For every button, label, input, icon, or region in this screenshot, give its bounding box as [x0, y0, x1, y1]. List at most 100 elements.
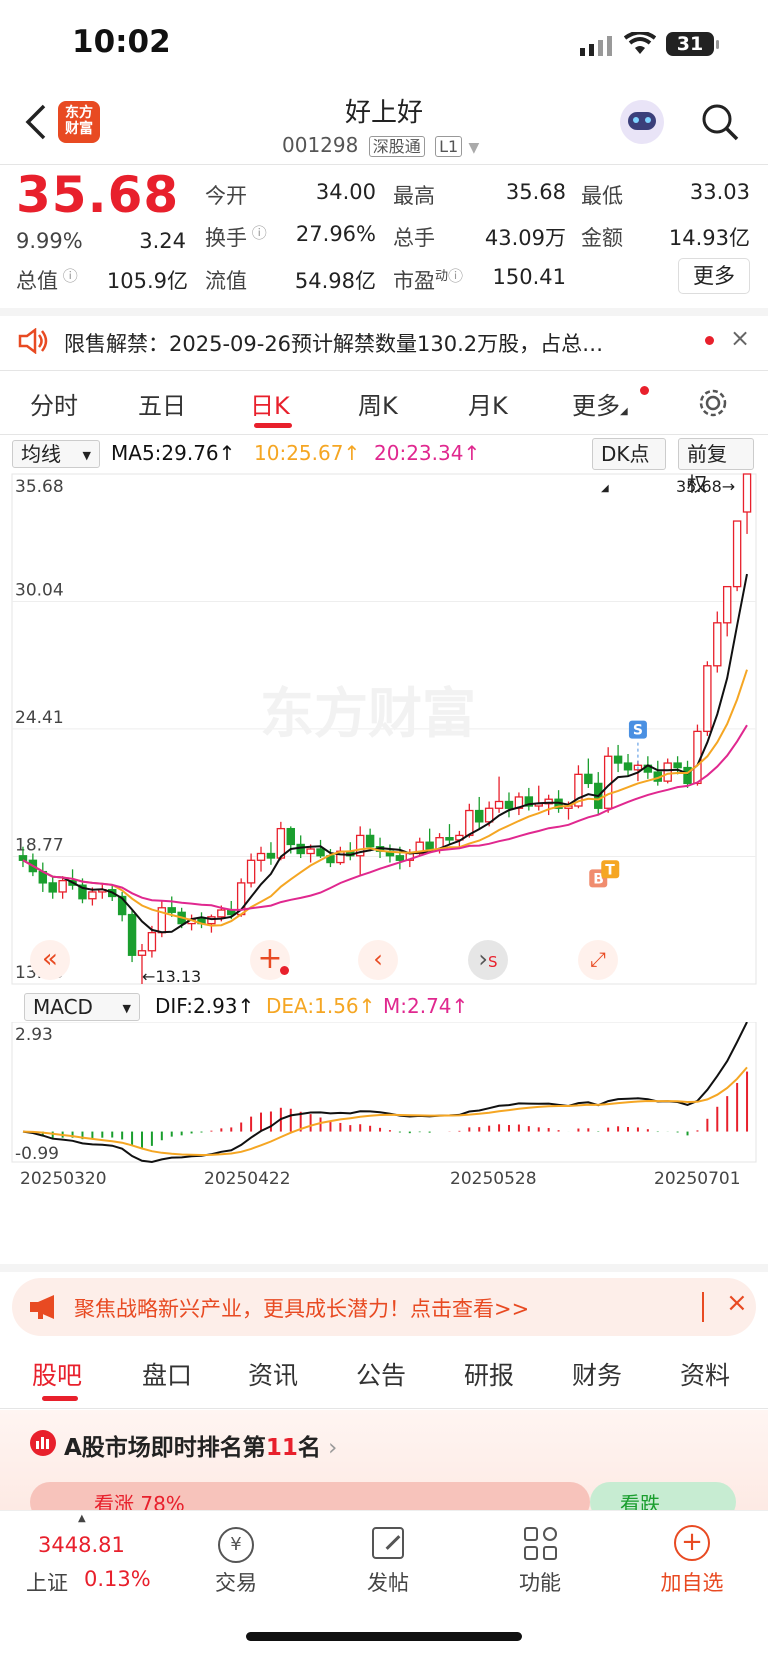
tab-finance[interactable]: 财务	[572, 1356, 622, 1392]
y-tick-label: 35.68	[15, 477, 64, 497]
candle-body	[137, 950, 147, 956]
rank-text: A股市场即时排名第11名 ›	[64, 1435, 338, 1461]
dea-label: DEA:1.56↑	[266, 994, 376, 1018]
x-tick-label: 20250422	[204, 1169, 291, 1189]
y-tick-label: 2.93	[15, 1025, 53, 1045]
float-label: 流值	[205, 269, 247, 293]
stock-code: 001298	[282, 133, 359, 157]
megaphone-icon	[30, 1295, 54, 1319]
macd-select[interactable]: MACD ▼	[24, 993, 140, 1021]
candle-body	[286, 827, 295, 846]
amount-value: 14.93亿	[668, 226, 750, 250]
candle-body	[266, 852, 276, 859]
more-quote-button[interactable]: 更多	[678, 258, 750, 294]
add-dot	[280, 966, 289, 975]
index-pct[interactable]: 0.13%	[84, 1567, 151, 1591]
nav-add-watch[interactable]: 加自选	[642, 1567, 742, 1597]
add-watch-icon[interactable]: +	[674, 1525, 710, 1561]
candle-body	[732, 520, 742, 588]
dk-point-button[interactable]: DK点◢	[592, 438, 666, 494]
tab-weekly-k[interactable]: 周K	[358, 386, 398, 421]
candle-body	[445, 837, 454, 841]
candle-body	[673, 762, 682, 769]
low-price-marker: ←13.13	[142, 967, 201, 986]
rank-panel[interactable]: A股市场即时排名第11名 › 看涨 78% 看跌	[0, 1410, 768, 1522]
ma-select[interactable]: 均线 ▼	[12, 440, 100, 468]
function-grid-icon[interactable]	[524, 1527, 558, 1561]
nav-function[interactable]: 功能	[490, 1567, 590, 1597]
tab-monthly-k[interactable]: 月K	[468, 386, 508, 421]
pe-label[interactable]: 市盈动ⓘ	[393, 265, 463, 295]
candle-body	[48, 882, 57, 893]
turnover-label[interactable]: 换手 ⓘ	[205, 222, 267, 252]
tab-pankou[interactable]: 盘口	[142, 1356, 192, 1392]
post-icon[interactable]	[372, 1527, 404, 1559]
candle-body	[663, 762, 672, 782]
candle-body	[475, 809, 484, 823]
watermark: 东方财富	[260, 682, 476, 745]
adjust-button[interactable]: 前复权	[678, 438, 754, 496]
dropdown-icon: ▼	[468, 140, 480, 156]
next-icon[interactable]: ›S	[468, 940, 508, 980]
rewind-icon[interactable]: «	[30, 940, 70, 980]
unread-dot	[705, 336, 714, 345]
expand-icon[interactable]: ⤢	[578, 940, 618, 980]
last-price: 35.68	[16, 166, 180, 224]
assistant-robot-icon[interactable]	[620, 100, 664, 144]
candle-body	[395, 855, 405, 861]
search-icon[interactable]	[700, 102, 740, 142]
mcap-label[interactable]: 总值 ⓘ	[16, 265, 78, 295]
candle-body	[306, 848, 315, 855]
y-tick-label: 30.04	[15, 581, 64, 601]
high-price-marker: 35.68→	[676, 477, 735, 496]
tab-five-day[interactable]: 五日	[138, 386, 186, 421]
mcap-value: 105.9亿	[106, 269, 188, 293]
m-label: M:2.74↑	[383, 994, 469, 1018]
index-name[interactable]: 上证	[26, 1567, 68, 1597]
candle-body	[127, 913, 137, 956]
close-icon[interactable]: ×	[726, 1288, 748, 1318]
active-tab-underline	[254, 423, 292, 428]
float-value: 54.98亿	[294, 269, 376, 293]
change-amount: 3.24	[139, 229, 186, 253]
high-label: 最高	[393, 184, 435, 208]
trade-icon[interactable]: ¥	[218, 1527, 254, 1563]
x-tick-label: 20250528	[450, 1169, 537, 1189]
promo-text: 聚焦战略新兴产业，更具成长潜力！点击查看>>	[74, 1297, 530, 1321]
nav-post[interactable]: 发帖	[338, 1567, 438, 1597]
tab-intraday[interactable]: 分时	[30, 386, 78, 421]
macd-chart[interactable]: 2.93 -0.99 20250320 20250422 20250528 2025070…	[0, 1022, 768, 1272]
tab-announce[interactable]: 公告	[356, 1356, 406, 1392]
kline-chart[interactable]: 35.6830.0424.4118.7713.13东方财富35.68→←13.1…	[0, 470, 768, 990]
candle-body	[246, 859, 256, 884]
settings-gear-icon[interactable]	[698, 388, 728, 418]
candle-body	[58, 879, 67, 893]
tab-guba[interactable]: 股吧	[32, 1356, 82, 1392]
high-value: 35.68	[505, 180, 566, 204]
candle-body	[494, 800, 504, 809]
unlock-notice[interactable]: 限售解禁：2025-09-26预计解禁数量130.2万股，占总… ×	[0, 312, 768, 370]
ma5-label: MA5:29.76↑	[111, 441, 236, 465]
amount-label: 金额	[581, 226, 623, 250]
t-signal-label: T	[605, 862, 615, 878]
status-bar: 10:02 31	[0, 0, 768, 90]
tab-more[interactable]: 更多◢	[572, 386, 628, 421]
tab-daily-k[interactable]: 日K	[250, 386, 290, 421]
tab-news[interactable]: 资讯	[248, 1356, 298, 1392]
nav-trade[interactable]: 交易	[186, 1567, 286, 1597]
prev-icon[interactable]: ‹	[358, 940, 398, 980]
rank-chart-icon	[30, 1430, 56, 1456]
candle-body	[256, 852, 266, 861]
stock-code-row[interactable]: 001298 深股通 L1 ▼	[282, 133, 479, 157]
y-tick-label: 18.77	[15, 835, 64, 855]
promo-banner[interactable]: 聚焦战略新兴产业，更具成长潜力！点击查看>> ×	[12, 1278, 756, 1336]
low-label: 最低	[581, 184, 623, 208]
wifi-icon	[624, 32, 656, 54]
candle-body	[613, 755, 623, 764]
tab-research[interactable]: 研报	[464, 1356, 514, 1392]
tab-profile[interactable]: 资料	[680, 1356, 730, 1392]
candle-body	[623, 762, 633, 771]
index-value[interactable]: 3448.81	[38, 1533, 125, 1557]
close-icon[interactable]: ×	[730, 324, 750, 352]
candle-body	[713, 622, 722, 667]
